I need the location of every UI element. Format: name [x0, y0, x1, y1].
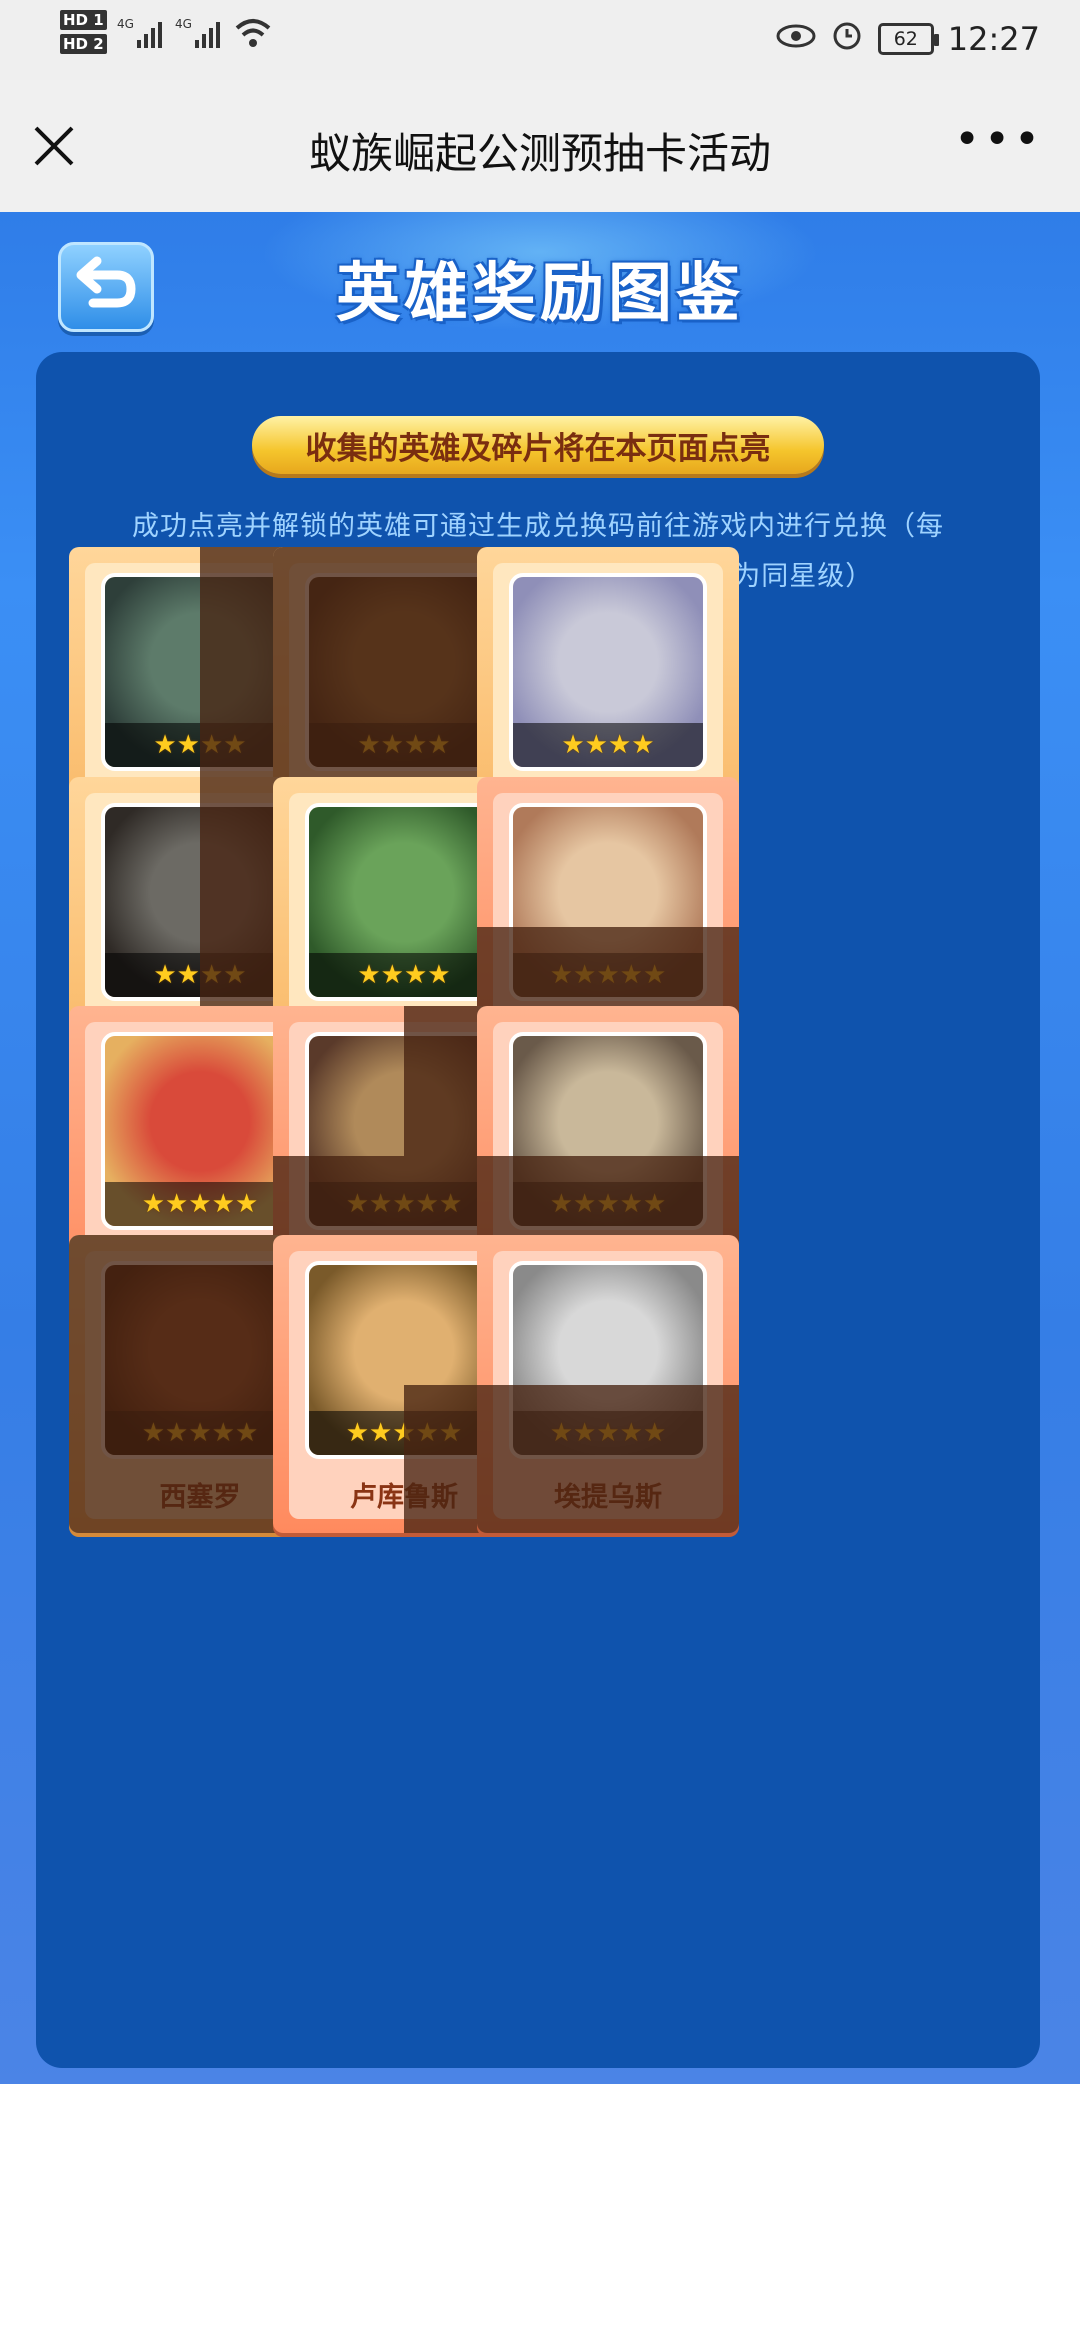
svg-text:4G: 4G: [175, 17, 192, 31]
hero-star-rating: ★★★★: [309, 953, 499, 997]
hero-portrait: ★★★★★: [101, 1032, 299, 1230]
signal-2-icon: 4G: [175, 16, 225, 56]
wifi-icon: [233, 16, 273, 56]
hero-gallery-title: 英雄奖励图鉴: [336, 257, 744, 331]
main-content: 英雄奖励图鉴 收集的英雄及碎片将在本页面点亮 成功点亮并解锁的英雄可通过生成兑换…: [0, 212, 1080, 2084]
sim2-badge: HD 2: [60, 34, 107, 54]
net1-label: 4G: [117, 17, 134, 31]
hero-card[interactable]: ★★★★★埃提乌斯: [477, 1235, 739, 1533]
navigation-bar: 蚁族崛起公测预抽卡活动 •••: [0, 80, 1080, 212]
hero-star-rating: ★★★★: [513, 723, 703, 767]
hero-portrait: ★★★★: [305, 803, 503, 1001]
battery-icon: 62: [877, 23, 939, 55]
alarm-icon: [830, 18, 864, 60]
sim1-badge: HD 1: [60, 10, 107, 30]
clock-time: 12:27: [947, 20, 1040, 58]
signal-icon: 4G: [117, 16, 167, 56]
hero-portrait: ★★★★: [509, 573, 707, 771]
page-title: 蚁族崛起公测预抽卡活动: [308, 129, 771, 178]
eye-icon: [776, 20, 816, 58]
more-menu-icon[interactable]: •••: [954, 118, 1044, 162]
locked-overlay: [477, 1385, 739, 1533]
hero-star-rating: ★★★★★: [105, 1182, 295, 1226]
notice-banner: 收集的英雄及碎片将在本页面点亮: [252, 416, 824, 474]
status-bar: HD 1 HD 2 4G 4G 62 12:27: [0, 0, 1080, 80]
hero-gallery-panel: 收集的英雄及碎片将在本页面点亮 成功点亮并解锁的英雄可通过生成兑换码前往游戏内进…: [36, 352, 1040, 2068]
